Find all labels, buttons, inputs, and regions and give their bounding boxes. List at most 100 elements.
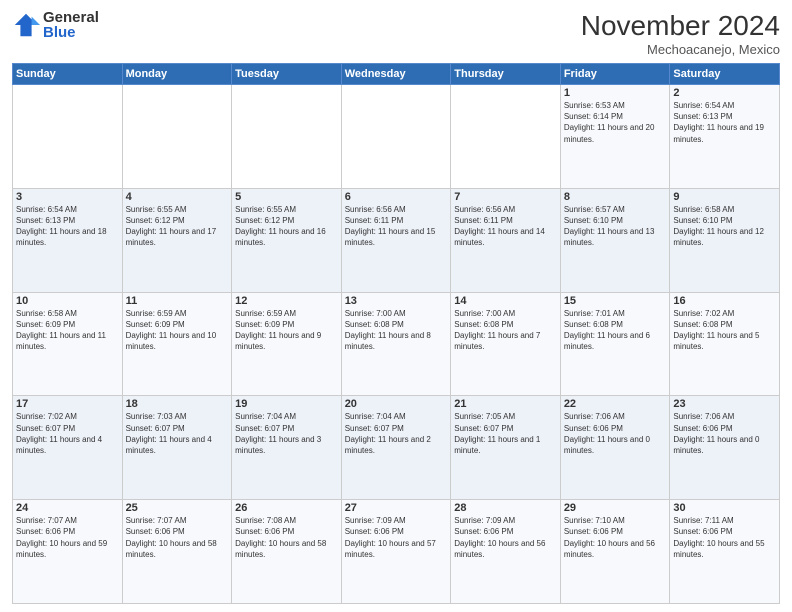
day-number: 30: [673, 502, 776, 514]
day-info: Sunrise: 6:59 AM Sunset: 6:09 PM Dayligh…: [126, 308, 229, 353]
day-info: Sunrise: 7:02 AM Sunset: 6:07 PM Dayligh…: [16, 411, 119, 456]
calendar-cell: 5Sunrise: 6:55 AM Sunset: 6:12 PM Daylig…: [232, 188, 342, 292]
logo-blue-text: Blue: [43, 25, 99, 40]
calendar-cell: 1Sunrise: 6:53 AM Sunset: 6:14 PM Daylig…: [560, 85, 670, 189]
day-number: 15: [564, 295, 667, 307]
day-info: Sunrise: 7:09 AM Sunset: 6:06 PM Dayligh…: [454, 515, 557, 560]
calendar-cell: 22Sunrise: 7:06 AM Sunset: 6:06 PM Dayli…: [560, 396, 670, 500]
calendar-cell: 27Sunrise: 7:09 AM Sunset: 6:06 PM Dayli…: [341, 500, 451, 604]
day-number: 21: [454, 398, 557, 410]
calendar-cell: [232, 85, 342, 189]
day-info: Sunrise: 7:00 AM Sunset: 6:08 PM Dayligh…: [345, 308, 448, 353]
day-number: 2: [673, 87, 776, 99]
day-info: Sunrise: 7:05 AM Sunset: 6:07 PM Dayligh…: [454, 411, 557, 456]
month-year: November 2024: [581, 10, 780, 42]
day-info: Sunrise: 6:58 AM Sunset: 6:10 PM Dayligh…: [673, 204, 776, 249]
day-number: 16: [673, 295, 776, 307]
calendar-cell: 21Sunrise: 7:05 AM Sunset: 6:07 PM Dayli…: [451, 396, 561, 500]
day-number: 4: [126, 191, 229, 203]
calendar-cell: 12Sunrise: 6:59 AM Sunset: 6:09 PM Dayli…: [232, 292, 342, 396]
title-block: November 2024 Mechoacanejo, Mexico: [581, 10, 780, 57]
weekday-header-wednesday: Wednesday: [341, 64, 451, 85]
day-info: Sunrise: 6:53 AM Sunset: 6:14 PM Dayligh…: [564, 100, 667, 145]
day-number: 12: [235, 295, 338, 307]
day-number: 17: [16, 398, 119, 410]
calendar-cell: 26Sunrise: 7:08 AM Sunset: 6:06 PM Dayli…: [232, 500, 342, 604]
day-number: 10: [16, 295, 119, 307]
day-number: 28: [454, 502, 557, 514]
weekday-header-row: SundayMondayTuesdayWednesdayThursdayFrid…: [13, 64, 780, 85]
calendar-week-4: 17Sunrise: 7:02 AM Sunset: 6:07 PM Dayli…: [13, 396, 780, 500]
weekday-header-saturday: Saturday: [670, 64, 780, 85]
day-info: Sunrise: 6:55 AM Sunset: 6:12 PM Dayligh…: [126, 204, 229, 249]
day-number: 5: [235, 191, 338, 203]
day-info: Sunrise: 7:06 AM Sunset: 6:06 PM Dayligh…: [564, 411, 667, 456]
calendar-cell: 6Sunrise: 6:56 AM Sunset: 6:11 PM Daylig…: [341, 188, 451, 292]
day-info: Sunrise: 7:04 AM Sunset: 6:07 PM Dayligh…: [345, 411, 448, 456]
day-info: Sunrise: 7:07 AM Sunset: 6:06 PM Dayligh…: [126, 515, 229, 560]
day-number: 3: [16, 191, 119, 203]
day-number: 23: [673, 398, 776, 410]
calendar-cell: [341, 85, 451, 189]
calendar-week-1: 1Sunrise: 6:53 AM Sunset: 6:14 PM Daylig…: [13, 85, 780, 189]
calendar-cell: 14Sunrise: 7:00 AM Sunset: 6:08 PM Dayli…: [451, 292, 561, 396]
calendar-cell: 3Sunrise: 6:54 AM Sunset: 6:13 PM Daylig…: [13, 188, 123, 292]
day-number: 6: [345, 191, 448, 203]
day-info: Sunrise: 6:59 AM Sunset: 6:09 PM Dayligh…: [235, 308, 338, 353]
day-number: 18: [126, 398, 229, 410]
calendar-cell: [122, 85, 232, 189]
weekday-header-friday: Friday: [560, 64, 670, 85]
day-number: 7: [454, 191, 557, 203]
day-info: Sunrise: 7:07 AM Sunset: 6:06 PM Dayligh…: [16, 515, 119, 560]
day-number: 11: [126, 295, 229, 307]
day-number: 1: [564, 87, 667, 99]
day-number: 24: [16, 502, 119, 514]
calendar-cell: 23Sunrise: 7:06 AM Sunset: 6:06 PM Dayli…: [670, 396, 780, 500]
calendar-cell: 9Sunrise: 6:58 AM Sunset: 6:10 PM Daylig…: [670, 188, 780, 292]
day-number: 13: [345, 295, 448, 307]
calendar-body: 1Sunrise: 6:53 AM Sunset: 6:14 PM Daylig…: [13, 85, 780, 604]
day-info: Sunrise: 6:56 AM Sunset: 6:11 PM Dayligh…: [345, 204, 448, 249]
calendar-cell: 11Sunrise: 6:59 AM Sunset: 6:09 PM Dayli…: [122, 292, 232, 396]
calendar-cell: 24Sunrise: 7:07 AM Sunset: 6:06 PM Dayli…: [13, 500, 123, 604]
calendar-cell: 2Sunrise: 6:54 AM Sunset: 6:13 PM Daylig…: [670, 85, 780, 189]
day-info: Sunrise: 7:00 AM Sunset: 6:08 PM Dayligh…: [454, 308, 557, 353]
calendar-cell: 15Sunrise: 7:01 AM Sunset: 6:08 PM Dayli…: [560, 292, 670, 396]
calendar-cell: 30Sunrise: 7:11 AM Sunset: 6:06 PM Dayli…: [670, 500, 780, 604]
day-info: Sunrise: 6:55 AM Sunset: 6:12 PM Dayligh…: [235, 204, 338, 249]
day-number: 9: [673, 191, 776, 203]
calendar-cell: 4Sunrise: 6:55 AM Sunset: 6:12 PM Daylig…: [122, 188, 232, 292]
logo-text: General Blue: [43, 10, 99, 40]
day-info: Sunrise: 7:04 AM Sunset: 6:07 PM Dayligh…: [235, 411, 338, 456]
logo-icon: [12, 11, 40, 39]
calendar-cell: 28Sunrise: 7:09 AM Sunset: 6:06 PM Dayli…: [451, 500, 561, 604]
day-info: Sunrise: 6:54 AM Sunset: 6:13 PM Dayligh…: [673, 100, 776, 145]
calendar-cell: 17Sunrise: 7:02 AM Sunset: 6:07 PM Dayli…: [13, 396, 123, 500]
page: General Blue November 2024 Mechoacanejo,…: [0, 0, 792, 612]
day-info: Sunrise: 7:03 AM Sunset: 6:07 PM Dayligh…: [126, 411, 229, 456]
day-number: 25: [126, 502, 229, 514]
weekday-header-thursday: Thursday: [451, 64, 561, 85]
day-info: Sunrise: 7:10 AM Sunset: 6:06 PM Dayligh…: [564, 515, 667, 560]
day-number: 26: [235, 502, 338, 514]
location: Mechoacanejo, Mexico: [581, 42, 780, 57]
calendar-cell: 10Sunrise: 6:58 AM Sunset: 6:09 PM Dayli…: [13, 292, 123, 396]
day-number: 8: [564, 191, 667, 203]
weekday-header-tuesday: Tuesday: [232, 64, 342, 85]
day-info: Sunrise: 7:08 AM Sunset: 6:06 PM Dayligh…: [235, 515, 338, 560]
calendar-week-2: 3Sunrise: 6:54 AM Sunset: 6:13 PM Daylig…: [13, 188, 780, 292]
day-info: Sunrise: 7:11 AM Sunset: 6:06 PM Dayligh…: [673, 515, 776, 560]
calendar-cell: [451, 85, 561, 189]
day-info: Sunrise: 7:01 AM Sunset: 6:08 PM Dayligh…: [564, 308, 667, 353]
calendar-cell: [13, 85, 123, 189]
day-info: Sunrise: 6:56 AM Sunset: 6:11 PM Dayligh…: [454, 204, 557, 249]
calendar-cell: 20Sunrise: 7:04 AM Sunset: 6:07 PM Dayli…: [341, 396, 451, 500]
calendar-cell: 18Sunrise: 7:03 AM Sunset: 6:07 PM Dayli…: [122, 396, 232, 500]
day-info: Sunrise: 6:57 AM Sunset: 6:10 PM Dayligh…: [564, 204, 667, 249]
calendar-week-3: 10Sunrise: 6:58 AM Sunset: 6:09 PM Dayli…: [13, 292, 780, 396]
day-info: Sunrise: 7:06 AM Sunset: 6:06 PM Dayligh…: [673, 411, 776, 456]
calendar-cell: 29Sunrise: 7:10 AM Sunset: 6:06 PM Dayli…: [560, 500, 670, 604]
calendar-cell: 13Sunrise: 7:00 AM Sunset: 6:08 PM Dayli…: [341, 292, 451, 396]
day-info: Sunrise: 6:54 AM Sunset: 6:13 PM Dayligh…: [16, 204, 119, 249]
calendar-cell: 19Sunrise: 7:04 AM Sunset: 6:07 PM Dayli…: [232, 396, 342, 500]
